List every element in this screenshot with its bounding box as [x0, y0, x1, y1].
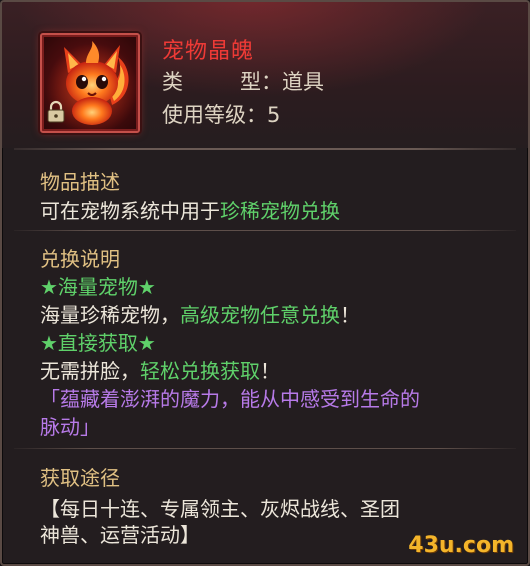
- section-divider: [14, 230, 516, 231]
- lock-icon: [47, 100, 65, 123]
- source-line-1: 【每日十连、专属领主、灰烬战线、圣团: [40, 497, 400, 521]
- item-name: 宠物晶魄: [162, 39, 255, 64]
- exchange-tag-1: ★海量宠物★: [40, 275, 156, 299]
- exchange-line-1: 海量珍稀宠物，高级宠物任意兑换！: [40, 303, 360, 327]
- type-label-2: 型: [240, 70, 261, 94]
- exchange-tag-2: ★直接获取★: [40, 331, 156, 355]
- exchange-line-2: 无需拼脸，轻松兑换获取！: [40, 359, 280, 383]
- description-text: 可在宠物系统中用于珍稀宠物兑换: [40, 199, 340, 223]
- exchange-heading: 兑换说明: [40, 247, 120, 271]
- level-value: 5: [267, 103, 281, 127]
- item-tooltip: 宠物晶魄 类型：道具 使用等级：5 物品描述 可在宠物系统中用于珍稀宠物兑换 兑…: [0, 0, 530, 566]
- description-heading: 物品描述: [40, 170, 120, 194]
- type-label: 类: [162, 70, 183, 94]
- section-divider: [14, 448, 516, 449]
- item-type-row: 类型：道具: [162, 66, 324, 96]
- watermark-logo: 43u.com: [408, 533, 514, 558]
- flavor-text-line-1: 「蕴藏着澎湃的魔力，能从中感受到生命的: [40, 387, 420, 411]
- level-label: 使用等级: [162, 103, 246, 127]
- source-line-2: 神兽、运营活动】: [40, 523, 200, 547]
- header-divider: [14, 148, 516, 150]
- description-highlight: 珍稀宠物兑换: [220, 199, 340, 223]
- item-level-row: 使用等级：5: [162, 103, 281, 127]
- type-value: 道具: [282, 70, 324, 94]
- source-heading: 获取途径: [40, 466, 120, 490]
- flavor-text-line-2: 脉动」: [40, 415, 100, 439]
